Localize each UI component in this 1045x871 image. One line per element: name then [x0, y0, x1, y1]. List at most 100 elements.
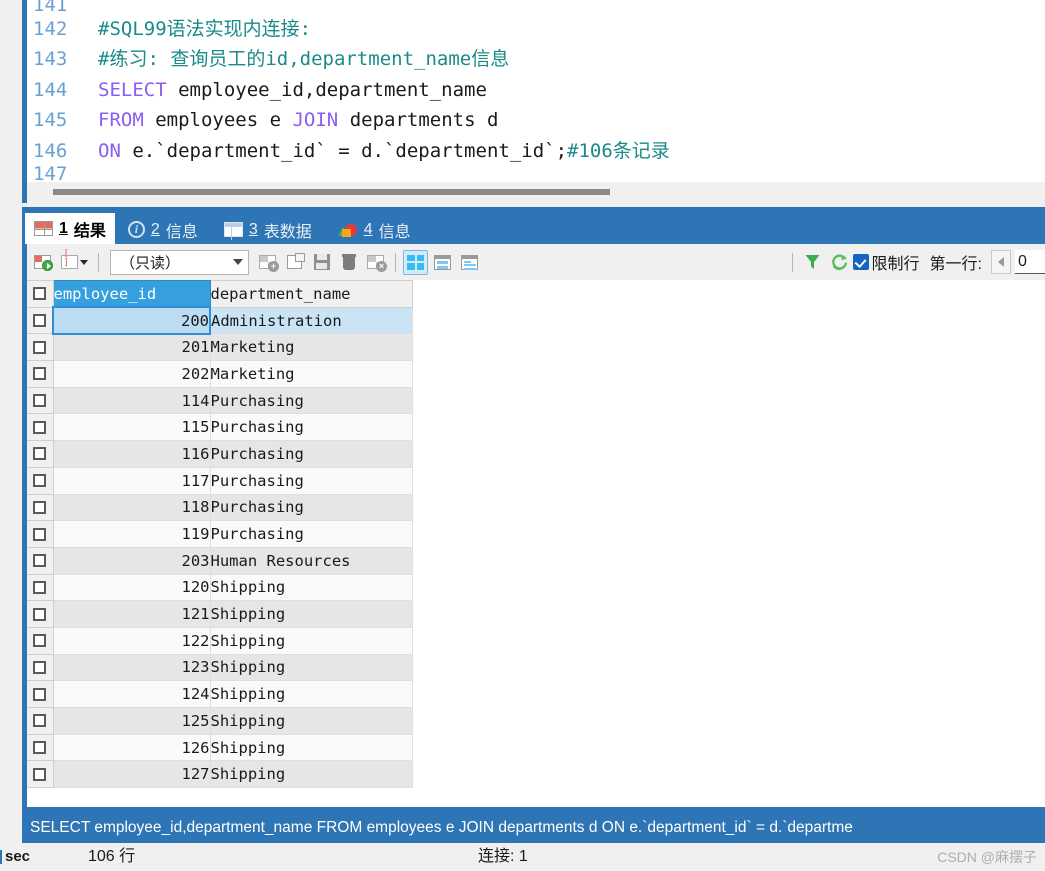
row-checkbox[interactable]: [33, 420, 47, 434]
cell-employee-id[interactable]: 200: [52, 306, 211, 335]
cell-department-name[interactable]: Purchasing: [210, 413, 413, 442]
cell-employee-id[interactable]: 117: [53, 466, 211, 495]
cell-department-name[interactable]: Shipping: [210, 573, 413, 602]
cell-department-name[interactable]: Shipping: [210, 600, 413, 628]
row-checkbox[interactable]: [33, 687, 47, 701]
row-select-cell[interactable]: [27, 707, 54, 735]
sql-editor-text[interactable]: 141 142 #SQL99语法实现内连接: 143 #练习: 查询员工的id,depa…: [27, 0, 1045, 182]
row-checkbox[interactable]: [33, 314, 46, 328]
cell-department-name[interactable]: Human Resources: [210, 546, 413, 575]
row-checkbox[interactable]: [33, 474, 47, 488]
row-select-cell[interactable]: [27, 680, 54, 708]
row-select-cell[interactable]: [27, 413, 54, 442]
row-select-cell[interactable]: [27, 653, 54, 682]
table-row[interactable]: 121 Shipping: [27, 600, 413, 628]
row-select-cell[interactable]: [27, 733, 54, 762]
row-checkbox[interactable]: [33, 554, 47, 568]
row-checkbox[interactable]: [33, 634, 47, 648]
row-checkbox[interactable]: [33, 714, 47, 728]
cell-department-name[interactable]: Marketing: [210, 360, 413, 388]
refresh-button[interactable]: [827, 250, 852, 275]
cell-employee-id[interactable]: 118: [53, 493, 211, 522]
tab-2[interactable]: i 2 信息: [119, 215, 207, 244]
cell-employee-id[interactable]: 121: [53, 600, 211, 628]
row-select-cell[interactable]: [27, 440, 54, 468]
table-row[interactable]: 127 Shipping: [27, 760, 413, 789]
row-checkbox[interactable]: [33, 767, 47, 781]
cell-employee-id[interactable]: 119: [53, 520, 211, 548]
select-all-checkbox[interactable]: [33, 287, 47, 301]
table-row[interactable]: 120 Shipping: [27, 573, 413, 602]
cell-employee-id[interactable]: 120: [53, 573, 211, 602]
table-row[interactable]: 125 Shipping: [27, 707, 413, 735]
column-header-employee-id[interactable]: employee_id: [53, 280, 211, 308]
cell-department-name[interactable]: Shipping: [210, 626, 413, 655]
row-select-cell[interactable]: [27, 333, 54, 362]
table-row[interactable]: 124 Shipping: [27, 680, 413, 708]
view-grid-button[interactable]: [403, 249, 428, 275]
filter-button[interactable]: [800, 250, 825, 275]
table-row[interactable]: 201 Marketing: [27, 333, 413, 362]
cell-employee-id[interactable]: 127: [53, 760, 211, 789]
cell-department-name[interactable]: Administration: [210, 306, 413, 335]
cell-employee-id[interactable]: 126: [53, 733, 211, 762]
cell-department-name[interactable]: Shipping: [210, 760, 413, 789]
table-row[interactable]: 202 Marketing: [27, 360, 413, 388]
cell-department-name[interactable]: Marketing: [210, 333, 413, 362]
cell-employee-id[interactable]: 124: [53, 680, 211, 708]
cell-department-name[interactable]: Shipping: [210, 680, 413, 708]
row-checkbox[interactable]: [33, 394, 47, 408]
editor-scroll-thumb[interactable]: [53, 189, 610, 195]
row-select-cell[interactable]: [27, 760, 54, 789]
cell-employee-id[interactable]: 114: [53, 386, 211, 415]
cell-employee-id[interactable]: 202: [53, 360, 211, 388]
table-row[interactable]: 119 Purchasing: [27, 520, 413, 548]
table-row[interactable]: 115 Purchasing: [27, 413, 413, 442]
row-select-cell[interactable]: [27, 520, 54, 548]
table-row[interactable]: 123 Shipping: [27, 653, 413, 682]
editor-horizontal-scrollbar[interactable]: [27, 182, 1045, 203]
row-checkbox[interactable]: [33, 580, 47, 594]
row-select-cell[interactable]: [27, 573, 54, 602]
table-row[interactable]: 117 Purchasing: [27, 466, 413, 495]
duplicate-record-button[interactable]: +: [255, 250, 280, 275]
row-select-cell[interactable]: [27, 600, 54, 628]
row-select-cell[interactable]: [27, 493, 54, 522]
row-checkbox[interactable]: [33, 607, 47, 621]
row-checkbox[interactable]: [33, 500, 47, 514]
view-text-button[interactable]: [457, 250, 482, 275]
tab-1[interactable]: 1 结果: [25, 213, 115, 244]
row-select-cell[interactable]: [27, 546, 54, 575]
insert-record-dropdown[interactable]: [ ]: [57, 250, 91, 275]
row-checkbox[interactable]: [33, 447, 47, 461]
table-row[interactable]: 118 Purchasing: [27, 493, 413, 522]
cancel-record-button[interactable]: ×: [363, 250, 388, 275]
cell-department-name[interactable]: Shipping: [210, 653, 413, 682]
table-row[interactable]: 203 Human Resources: [27, 546, 413, 575]
cell-department-name[interactable]: Purchasing: [210, 386, 413, 415]
limit-rows-checkbox[interactable]: [852, 254, 869, 270]
table-row[interactable]: 126 Shipping: [27, 733, 413, 762]
save-button[interactable]: [309, 250, 334, 275]
cell-employee-id[interactable]: 115: [53, 413, 211, 442]
cell-department-name[interactable]: Purchasing: [210, 520, 413, 548]
table-row[interactable]: 116 Purchasing: [27, 440, 413, 468]
delete-record-button[interactable]: [336, 250, 361, 275]
column-header-department-name[interactable]: department_name: [210, 280, 413, 308]
row-checkbox[interactable]: [33, 660, 47, 674]
add-record-button[interactable]: [30, 250, 55, 275]
row-checkbox[interactable]: [33, 741, 47, 755]
result-grid-scroll[interactable]: employee_id department_name 200 Administr…: [27, 280, 1045, 807]
cell-employee-id[interactable]: 123: [53, 653, 211, 682]
row-checkbox[interactable]: [33, 527, 47, 541]
cell-employee-id[interactable]: 201: [53, 333, 211, 362]
table-row[interactable]: 122 Shipping: [27, 626, 413, 655]
cell-department-name[interactable]: Shipping: [210, 733, 413, 762]
cell-department-name[interactable]: Purchasing: [210, 466, 413, 495]
edit-mode-select[interactable]: （只读）: [110, 249, 249, 275]
select-all-header[interactable]: [27, 280, 54, 308]
row-checkbox[interactable]: [33, 340, 47, 354]
cell-department-name[interactable]: Shipping: [210, 707, 413, 735]
prev-page-button[interactable]: [991, 250, 1011, 274]
tab-3[interactable]: 3 表数据: [215, 215, 321, 244]
